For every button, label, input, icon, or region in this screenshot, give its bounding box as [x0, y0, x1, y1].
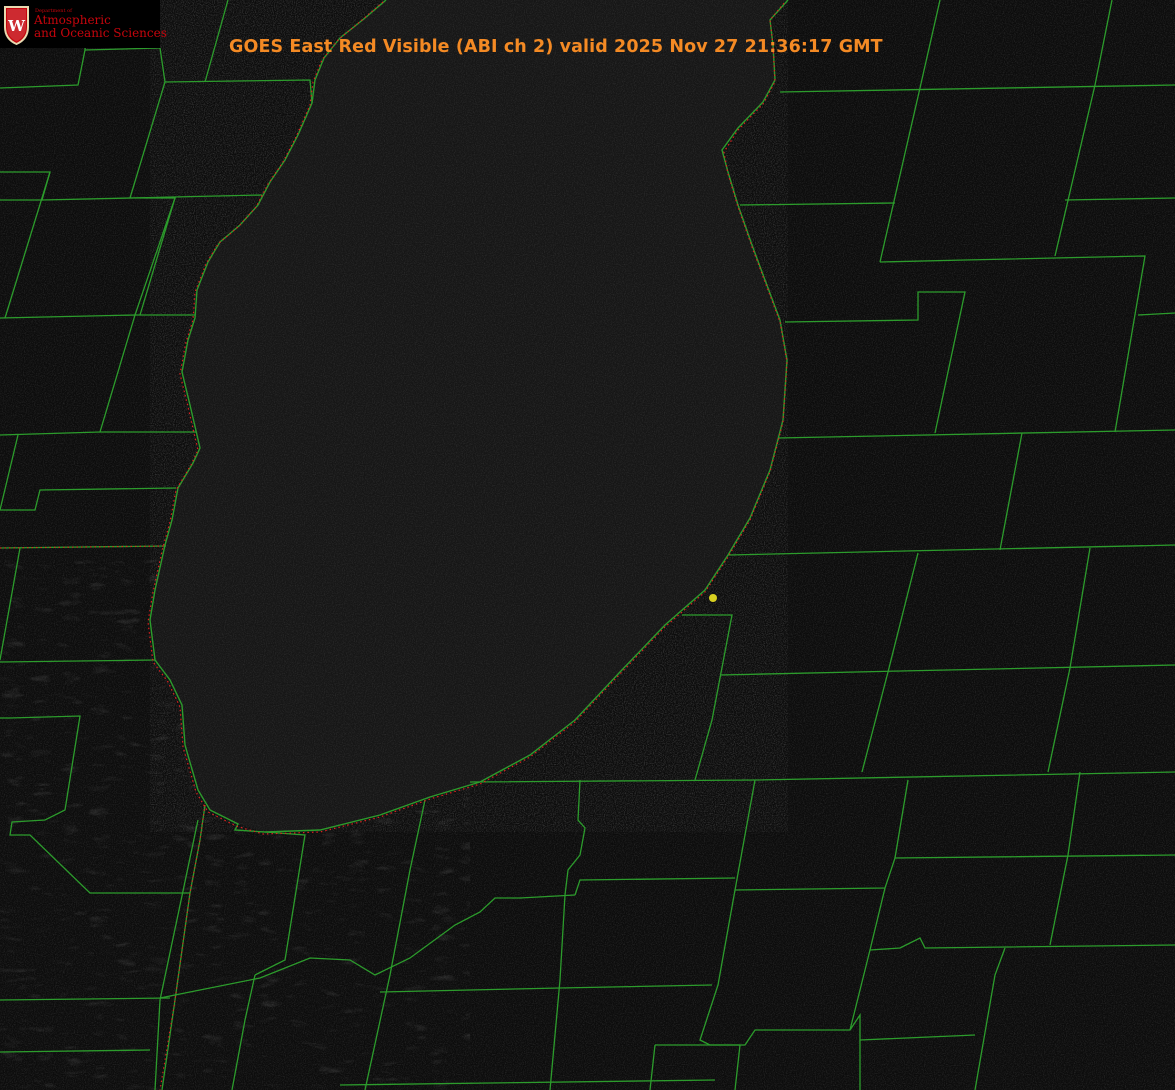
satellite-image-viewer: W Department of Atmospheric and Oceanic … [0, 0, 1175, 1090]
crest-letter: W [7, 17, 26, 35]
station-marker[interactable] [709, 594, 717, 602]
image-title: GOES East Red Visible (ABI ch 2) valid 2… [229, 37, 883, 57]
aos-logo: W Department of Atmospheric and Oceanic … [0, 0, 167, 48]
uw-crest-icon: W [4, 6, 29, 45]
logo-line-oceanic: and Oceanic Sciences [34, 26, 167, 40]
satellite-map [0, 0, 1175, 1090]
